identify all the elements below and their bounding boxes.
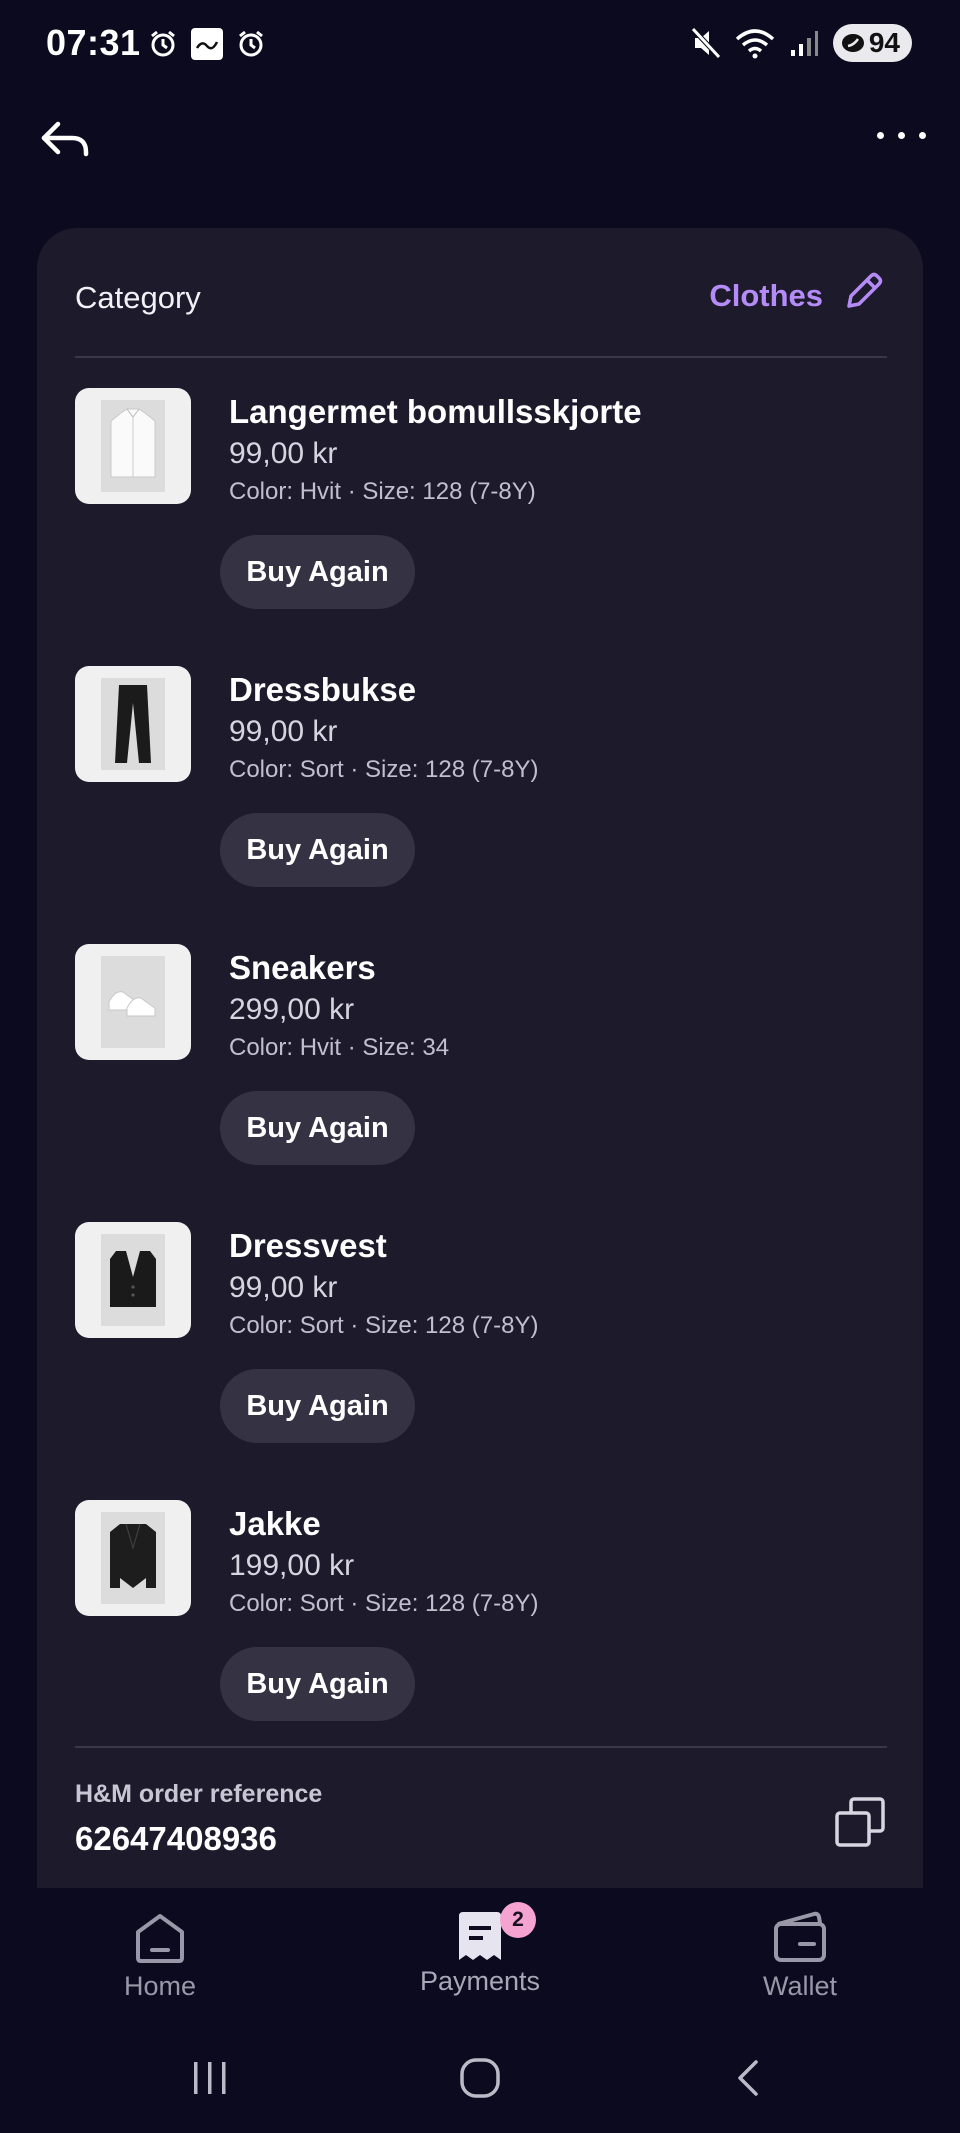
copy-icon[interactable]: [833, 1795, 887, 1849]
vest-icon: [110, 1251, 156, 1307]
edit-pencil-icon[interactable]: [841, 268, 887, 314]
product-meta: Color: Sort · Size: 128 (7-8Y): [229, 1312, 539, 1339]
trousers-icon: [115, 685, 151, 763]
product-price: 99,00 kr: [229, 437, 338, 470]
product-price: 99,00 kr: [229, 1271, 338, 1304]
divider: [75, 1746, 887, 1748]
category-value[interactable]: Clothes: [709, 278, 823, 314]
home-button-icon[interactable]: [458, 2056, 502, 2100]
product-image[interactable]: [75, 1222, 191, 1338]
product-meta: Color: Hvit · Size: 34: [229, 1034, 450, 1061]
app-bar: [0, 110, 960, 170]
category-row[interactable]: Category Clothes: [75, 268, 887, 328]
product-meta: Color: Hvit · Size: 128 (7-8Y): [229, 478, 536, 505]
product-price: 199,00 kr: [229, 1549, 355, 1582]
product-image[interactable]: [75, 944, 191, 1060]
buy-again-button[interactable]: Buy Again: [220, 1369, 415, 1443]
back-arrow-icon[interactable]: [36, 110, 96, 170]
list-item: Dressvest 99,00 kr Color: Sort · Size: 1…: [75, 1222, 887, 1492]
system-back-icon[interactable]: [732, 2058, 764, 2098]
list-item: Jakke 199,00 kr Color: Sort · Size: 128 …: [75, 1500, 887, 1770]
battery-level: 94: [868, 27, 900, 58]
list-item: Langermet bomullsskjorte 99,00 kr Color:…: [75, 388, 887, 658]
bottom-navigation: Home 2 Payments Wallet: [0, 1888, 960, 2018]
shirt-icon: [110, 408, 156, 478]
wallet-icon: [774, 1911, 826, 1962]
product-meta: Color: Sort · Size: 128 (7-8Y): [229, 1590, 539, 1617]
payments-badge: 2: [500, 1902, 536, 1938]
divider: [75, 356, 887, 358]
product-name: Dressvest: [229, 1227, 387, 1264]
mute-icon: [691, 27, 721, 59]
product-name: Sneakers: [229, 949, 376, 986]
order-reference-label: H&M order reference: [75, 1780, 323, 1808]
nav-payments[interactable]: 2 Payments: [380, 1902, 580, 1997]
product-image[interactable]: [75, 1500, 191, 1616]
app-notification-icon: [191, 28, 223, 60]
product-name: Langermet bomullsskjorte: [229, 393, 642, 430]
home-icon: [136, 1914, 184, 1963]
list-item: Dressbukse 99,00 kr Color: Sort · Size: …: [75, 666, 887, 936]
jacket-icon: [110, 1523, 156, 1588]
order-details-card: Category Clothes Langermet bomullsskjort…: [37, 228, 923, 1888]
category-label: Category: [75, 280, 201, 315]
product-name: Jakke: [229, 1505, 321, 1542]
product-image[interactable]: [75, 388, 191, 504]
buy-again-button[interactable]: Buy Again: [220, 535, 415, 609]
sneakers-icon: [108, 991, 156, 1017]
product-meta: Color: Sort · Size: 128 (7-8Y): [229, 756, 539, 783]
recent-apps-icon[interactable]: [190, 2060, 230, 2096]
nav-wallet-label: Wallet: [762, 1971, 837, 2001]
nav-home[interactable]: Home: [60, 1910, 260, 2002]
buy-again-button[interactable]: Buy Again: [220, 1091, 415, 1165]
product-image[interactable]: [75, 666, 191, 782]
alarm-clock-icon: [239, 30, 263, 57]
signal-icon: [790, 31, 818, 56]
nav-payments-label: Payments: [419, 1966, 541, 1996]
product-price: 99,00 kr: [229, 715, 338, 748]
buy-again-button[interactable]: Buy Again: [220, 1647, 415, 1721]
receipt-icon: [459, 1912, 501, 1960]
nav-wallet[interactable]: Wallet: [700, 1910, 900, 2002]
status-time: 07:31: [46, 22, 141, 63]
buy-again-button[interactable]: Buy Again: [220, 813, 415, 887]
order-reference-value: 62647408936: [75, 1820, 277, 1857]
system-navigation-bar: [0, 2018, 960, 2133]
wifi-icon: [735, 29, 775, 59]
alarm-icon: [151, 30, 175, 57]
product-price: 299,00 kr: [229, 993, 355, 1026]
status-bar: 07:31 94: [0, 0, 960, 90]
list-item: Sneakers 299,00 kr Color: Hvit · Size: 3…: [75, 944, 887, 1214]
battery-indicator: 94: [832, 24, 912, 62]
battery-saver-icon: [841, 34, 864, 52]
product-name: Dressbukse: [229, 671, 417, 708]
more-options-icon[interactable]: [877, 132, 926, 139]
nav-home-label: Home: [123, 1971, 197, 2001]
